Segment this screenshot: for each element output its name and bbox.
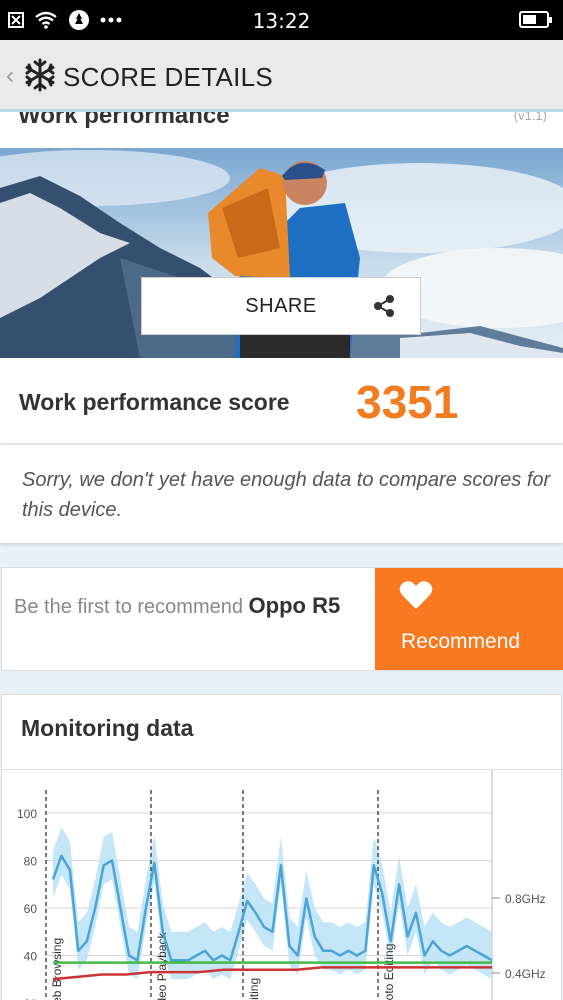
back-chevron-icon[interactable]: ‹ [6,62,14,90]
battery-level [523,15,537,24]
share-label: SHARE [245,294,317,317]
monitoring-card: Monitoring data 100806040200.8GHz0.4GHzW… [1,694,563,1000]
app-header: ‹ SCORE DETAILS [0,40,563,112]
section-label: Photo Editing [382,944,396,1000]
y-tick-label: 80 [24,855,38,869]
recommend-prefix: Be the first to recommend [14,596,249,618]
y-tick-label: 60 [24,902,38,916]
score-row: Work performance score 3351 [0,358,563,444]
snowflake-logo-icon[interactable] [22,57,58,93]
card-header: Work performance (v1.1) [0,112,563,148]
y-tick-label: 100 [17,807,37,821]
version-label: (v1.1) [513,112,547,123]
right-tick-label: 0.4GHz [505,967,546,981]
recommend-button[interactable]: Recommend [375,568,563,670]
recommend-text: Be the first to recommend Oppo R5 [14,592,364,621]
page-title: SCORE DETAILS [63,62,274,92]
recommend-label: Recommend [401,630,521,653]
compare-note: Sorry, we don't yet have enough data to … [0,445,563,543]
status-bar: 13:22 [0,0,563,40]
share-icon [374,295,394,317]
clock: 13:22 [252,9,311,33]
compare-note-text: Sorry, we don't yet have enough data to … [22,469,551,521]
right-tick-label: 0.8GHz [505,892,546,906]
card-title: Work performance [18,112,230,129]
recommend-device: Oppo R5 [248,593,341,618]
battery-icon [519,11,552,28]
hero-image: SHARE [0,148,563,358]
share-button[interactable]: SHARE [141,277,421,335]
y-tick-label: 40 [24,950,38,964]
score-value: 3351 [356,376,459,428]
monitoring-chart: 100806040200.8GHz0.4GHzWeb BrowsingVideo… [17,770,546,1000]
section-label: Web Browsing [50,938,64,1000]
score-label: Work performance score [19,389,290,415]
heart-icon [399,581,433,609]
recommend-card: Be the first to recommend Oppo R5 Recomm… [1,567,563,671]
section-label: Writing [247,978,261,1000]
monitoring-title: Monitoring data [21,715,194,741]
